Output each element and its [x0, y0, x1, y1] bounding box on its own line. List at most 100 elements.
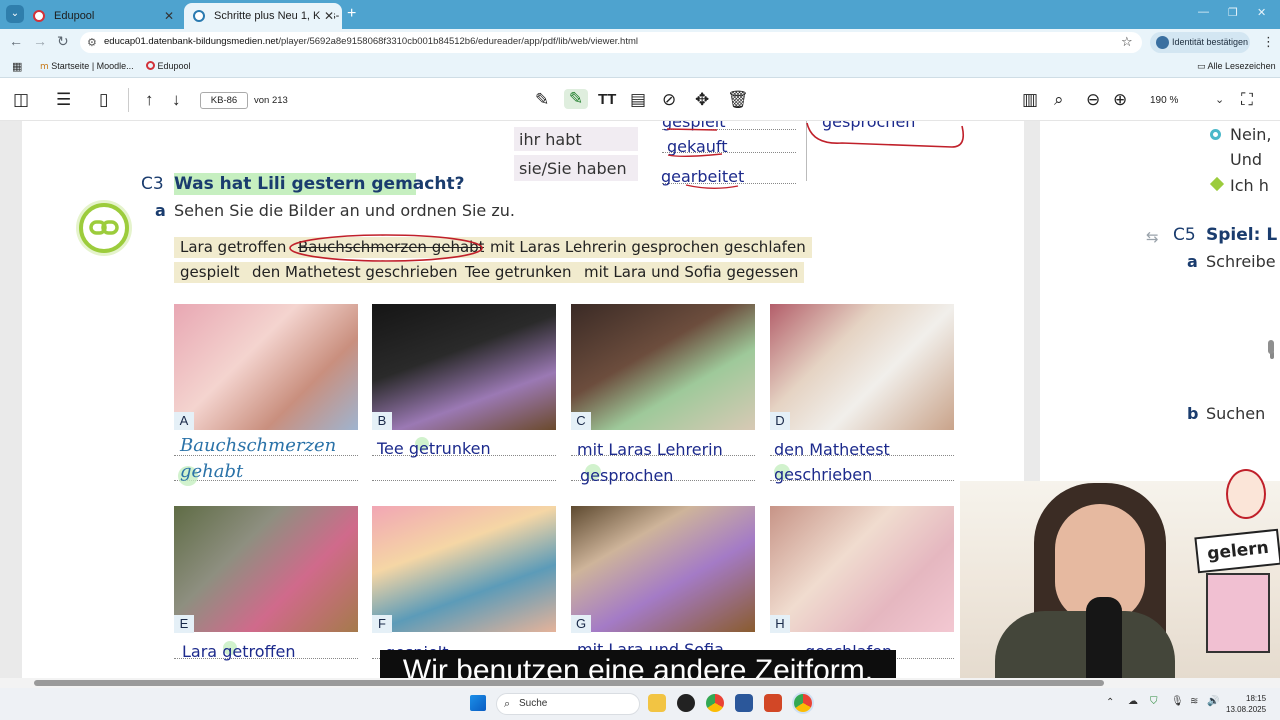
back-icon[interactable]: ← [9, 33, 23, 49]
search-label: Suche [519, 698, 548, 709]
trash-icon[interactable]: 🗑 [727, 90, 749, 110]
section-number: C5 [1173, 225, 1196, 245]
mic-tray-icon[interactable]: 🎙 [1171, 696, 1184, 707]
chrome-active-icon[interactable] [794, 694, 812, 712]
pen-tool-icon[interactable]: ✎ [535, 90, 549, 110]
red-circle-mark [289, 234, 483, 262]
text-tool-icon[interactable]: TT [598, 90, 616, 110]
comment-icon[interactable]: ▤ [630, 90, 646, 110]
previous-page-icon[interactable]: ↑ [145, 90, 154, 110]
identity-button[interactable]: Identität bestätigen [1150, 32, 1250, 53]
photo-sleeping [770, 506, 954, 632]
bookmark-edupool[interactable]: Edupool [146, 61, 191, 71]
repeat-icon: ⇆ [1146, 229, 1159, 246]
tab-edupool[interactable]: Edupool ✕ [24, 3, 182, 29]
move-icon[interactable]: ✥ [695, 90, 709, 110]
handwritten-answer: gehabt [180, 461, 244, 482]
profile-icon [1156, 36, 1169, 49]
toolbar-divider [128, 88, 129, 112]
hide-annotations-icon[interactable]: ⊘ [662, 90, 676, 110]
bookmark-label: Startseite | Moodle... [51, 61, 134, 71]
word-bank-item: mit Lara und Sofia gegessen [578, 262, 805, 283]
picture-label: C [571, 412, 591, 430]
sidebar-toggle-icon[interactable]: ◫ [13, 90, 29, 110]
minimize-icon[interactable]: — [1198, 6, 1209, 18]
file-explorer-icon[interactable] [648, 694, 666, 712]
section-number: C3 [141, 174, 164, 194]
clock-time: 18:15 [1246, 694, 1267, 703]
bookmark-label: Edupool [157, 61, 191, 71]
vertical-scrollbar-thumb[interactable] [1268, 340, 1274, 354]
section-title: Was hat Lili gestern gemacht? [174, 174, 465, 194]
scrollbar-thumb[interactable] [34, 680, 1104, 686]
search-document-icon[interactable]: ⌕ [1054, 90, 1064, 110]
tab-schritte[interactable]: Schritte plus Neu 1, Kurs- und Arbeitsbu… [184, 3, 342, 29]
new-tab-button[interactable]: + [347, 5, 356, 23]
chevron-down-icon[interactable]: ⌄ [1215, 93, 1224, 106]
presenter-shirt [995, 611, 1175, 687]
close-tab-icon[interactable]: ✕ [164, 3, 174, 29]
word-bank-item: gespielt [174, 262, 246, 283]
security-icon[interactable]: ⛉ [1150, 696, 1158, 707]
close-tab-icon[interactable]: ✕ [319, 3, 334, 29]
link-icon[interactable] [79, 203, 129, 253]
typed-answer: geschrieben [774, 465, 873, 484]
task-letter: a [1187, 252, 1198, 271]
forward-icon[interactable]: → [33, 33, 47, 49]
zoom-in-icon[interactable]: ⊕ [1113, 90, 1127, 110]
all-bookmarks[interactable]: ▭ Alle Lesezeichen [1197, 61, 1276, 72]
next-page-icon[interactable]: ↓ [172, 90, 181, 110]
cloud-icon[interactable]: ☁ [1128, 696, 1138, 707]
edupool-favicon-icon [33, 10, 45, 22]
fullscreen-icon[interactable]: ⛶ [1241, 90, 1253, 110]
search-icon: ⌕ [504, 698, 511, 710]
reading-mode-icon[interactable]: ▥ [1022, 90, 1038, 110]
tab-list-button[interactable]: ⌄ [6, 5, 24, 23]
system-clock[interactable]: 18:15 13.08.2025 [1226, 693, 1266, 715]
site-info-icon[interactable]: ⚙ [87, 36, 97, 49]
red-pen-marks [666, 122, 965, 189]
url-text[interactable]: educap01.datenbank-bildungsmedien.net/pl… [104, 36, 638, 47]
volume-icon[interactable]: 🔊 [1207, 696, 1219, 707]
task-letter: b [1187, 404, 1199, 423]
word-bank-item: mit Laras Lehrerin gesprochen [484, 237, 726, 258]
document-icon[interactable]: ▯ [99, 90, 108, 110]
restore-icon[interactable]: ❐ [1228, 6, 1238, 19]
taskbar-search[interactable]: ⌕ Suche [496, 693, 640, 715]
bookmark-star-icon[interactable]: ☆ [1121, 34, 1133, 50]
close-window-icon[interactable]: ✕ [1257, 6, 1266, 19]
zoom-select[interactable]: 190 % [1150, 95, 1178, 106]
highlighter-tool-icon[interactable]: ✎ [564, 89, 588, 109]
typed-answer: gesprochen [580, 466, 674, 485]
word-icon[interactable] [735, 694, 753, 712]
tab-label: Edupool [54, 10, 95, 22]
menu-kebab-icon[interactable]: ⋮ [1262, 34, 1275, 50]
pdf-viewer[interactable]: ihr habt sie/Sie haben gespielt gekauft … [0, 121, 1280, 687]
task-instruction: Suchen [1206, 404, 1266, 423]
wifi-icon[interactable]: ≋ [1190, 696, 1198, 707]
outline-list-icon[interactable]: ☰ [56, 90, 71, 110]
tray-chevron-icon[interactable]: ⌃ [1106, 697, 1114, 708]
app-icon[interactable] [677, 694, 695, 712]
photo-meeting-friend [174, 506, 358, 632]
picture-label: F [372, 615, 392, 633]
circle-bullet-icon [1210, 129, 1221, 140]
zoom-out-icon[interactable]: ⊖ [1086, 90, 1100, 110]
bookmark-moodle[interactable]: ⅿ Startseite | Moodle... [40, 61, 134, 72]
reload-icon[interactable]: ↻ [57, 33, 69, 50]
picture-label: A [174, 412, 194, 430]
chrome-icon[interactable] [706, 694, 724, 712]
typed-answer: Lara getroffen [182, 642, 296, 661]
powerpoint-icon[interactable] [764, 694, 782, 712]
word-bank-item: den Mathetest geschrieben [246, 262, 464, 283]
moodle-icon: ⅿ [40, 61, 49, 71]
answer-line [372, 480, 556, 481]
page-number-input[interactable]: KB-86 [200, 92, 248, 109]
apps-grid-icon[interactable]: ▦ [12, 60, 22, 73]
folder-icon: ▭ [1197, 61, 1206, 71]
typed-answer: Tee getrunken [377, 439, 491, 458]
picture-label: G [571, 615, 591, 633]
windows-start-icon[interactable] [470, 695, 486, 711]
edupool-icon [146, 61, 155, 70]
word-bank-item: geschlafen [718, 237, 812, 258]
